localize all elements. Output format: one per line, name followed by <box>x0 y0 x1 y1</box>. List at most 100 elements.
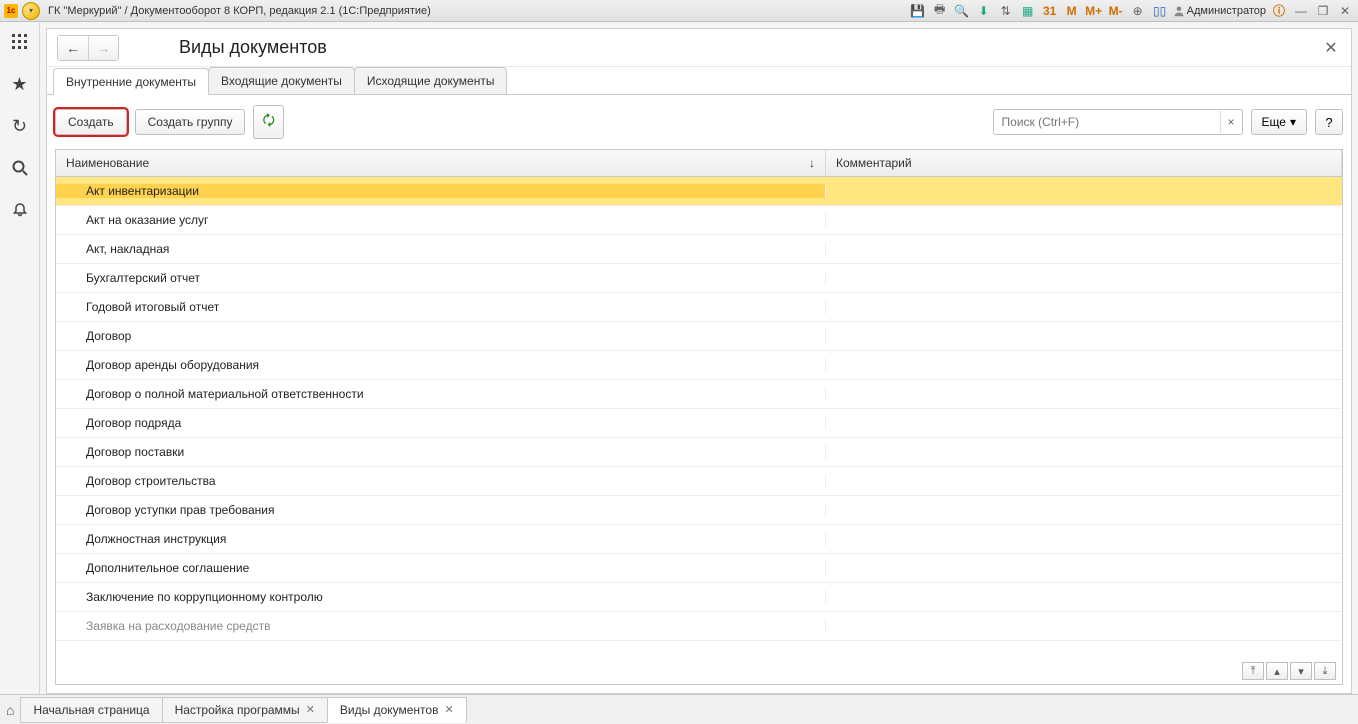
content-scroll[interactable]: Внутренние документы Входящие документы … <box>47 67 1351 693</box>
search-input[interactable] <box>994 115 1220 129</box>
zoom-icon[interactable]: ⊕ <box>1129 2 1147 20</box>
window-tab[interactable]: Виды документов ✕ <box>327 697 467 723</box>
compare-icon[interactable]: ⇅ <box>997 2 1015 20</box>
column-name-label: Наименование <box>66 156 149 170</box>
home-icon[interactable]: ⌂ <box>6 702 14 718</box>
favorites-icon[interactable]: ★ <box>8 72 32 96</box>
tab-internal-documents[interactable]: Внутренние документы <box>53 68 209 95</box>
grid-icon[interactable]: ▦ <box>1019 2 1037 20</box>
table-row[interactable]: Договор аренды оборудования <box>56 351 1342 380</box>
history-icon[interactable]: ↻ <box>8 114 32 138</box>
preview-icon[interactable]: 🔍 <box>953 2 971 20</box>
window-close-icon[interactable]: ✕ <box>1336 2 1354 20</box>
table-row[interactable]: Договор строительства <box>56 467 1342 496</box>
tab-incoming-documents[interactable]: Входящие документы <box>208 67 355 94</box>
cell-name: Акт инвентаризации <box>56 184 826 198</box>
search-clear-button[interactable]: × <box>1220 111 1242 133</box>
window-minimize-icon[interactable]: — <box>1292 2 1310 20</box>
search-field[interactable]: × <box>993 109 1243 135</box>
cell-name: Акт на оказание услуг <box>56 213 826 227</box>
cell-name: Дополнительное соглашение <box>56 561 826 575</box>
table-row[interactable]: Дополнительное соглашение <box>56 554 1342 583</box>
cell-name: Договор поставки <box>56 445 826 459</box>
cell-name: Бухгалтерский отчет <box>56 271 826 285</box>
window-title: ГК "Меркурий" / Документооборот 8 КОРП, … <box>48 5 431 17</box>
window-tab[interactable]: Настройка программы ✕ <box>162 697 328 723</box>
notifications-icon[interactable] <box>8 198 32 222</box>
logo-1c-icon: 1c <box>4 4 18 18</box>
main-menu-button[interactable]: ▾ <box>22 2 40 20</box>
scroll-top-button[interactable]: ⤒ <box>1242 662 1264 680</box>
cell-name: Договор о полной материальной ответствен… <box>56 387 826 401</box>
more-button[interactable]: Еще ▾ <box>1251 109 1307 135</box>
table-row[interactable]: Договор уступки прав требования <box>56 496 1342 525</box>
cell-name: Договор уступки прав требования <box>56 503 826 517</box>
nav-back-button[interactable]: ← <box>58 36 88 60</box>
user-label[interactable]: Администратор <box>1173 5 1266 17</box>
column-header-comment[interactable]: Комментарий <box>826 150 1342 176</box>
refresh-button[interactable]: 🗘 <box>253 105 284 139</box>
table-nav-footer: ⤒ ▴ ▾ ⤓ <box>1242 662 1336 680</box>
cell-name: Договор подряда <box>56 416 826 430</box>
help-button[interactable]: ? <box>1315 109 1343 135</box>
window-tab-close-icon[interactable]: ✕ <box>306 703 315 716</box>
table-row[interactable]: Акт на оказание услуг <box>56 206 1342 235</box>
cell-name: Акт, накладная <box>56 242 826 256</box>
tab-outgoing-documents[interactable]: Исходящие документы <box>354 67 508 94</box>
window-tab-label: Виды документов <box>340 703 439 717</box>
download-icon[interactable]: ⬇ <box>975 2 993 20</box>
apps-icon[interactable] <box>8 30 32 54</box>
cell-name: Должностная инструкция <box>56 532 826 546</box>
column-header-name[interactable]: Наименование ↓ <box>56 150 826 176</box>
cell-name: Заключение по коррупционному контролю <box>56 590 826 604</box>
print-icon[interactable]: 🖶 <box>931 2 949 20</box>
table-row[interactable]: Договор <box>56 322 1342 351</box>
cell-name: Договор строительства <box>56 474 826 488</box>
vertical-sidebar: ★ ↻ <box>0 22 40 694</box>
table-row[interactable]: Договор о полной материальной ответствен… <box>56 380 1342 409</box>
scroll-up-button[interactable]: ▴ <box>1266 662 1288 680</box>
more-label: Еще <box>1262 115 1286 129</box>
m-minus-button[interactable]: M- <box>1107 2 1125 20</box>
window-tab[interactable]: Начальная страница <box>20 697 162 723</box>
window-tab-label: Настройка программы <box>175 703 300 717</box>
refresh-icon: 🗘 <box>262 112 275 128</box>
m-button[interactable]: M <box>1063 2 1081 20</box>
window-restore-icon[interactable]: ❐ <box>1314 2 1332 20</box>
window-tab-label: Начальная страница <box>33 703 149 717</box>
info-icon[interactable]: ⓘ <box>1270 2 1288 20</box>
save-icon[interactable]: 💾 <box>909 2 927 20</box>
table-row[interactable]: Акт инвентаризации <box>56 177 1342 206</box>
documents-table: Наименование ↓ Комментарий Акт инвентари… <box>55 149 1343 685</box>
scroll-down-button[interactable]: ▾ <box>1290 662 1312 680</box>
cell-name: Договор <box>56 329 826 343</box>
create-button[interactable]: Создать <box>55 109 127 135</box>
table-row[interactable]: Договор поставки <box>56 438 1342 467</box>
window-bar: ⌂ Начальная страница Настройка программы ✕… <box>0 694 1358 724</box>
table-row[interactable]: Заключение по коррупционному контролю <box>56 583 1342 612</box>
cell-name: Годовой итоговый отчет <box>56 300 826 314</box>
tab-row: Внутренние документы Входящие документы … <box>47 67 1351 95</box>
cell-name: Договор аренды оборудования <box>56 358 826 372</box>
chevron-down-icon: ▾ <box>1290 115 1296 129</box>
nav-forward-button[interactable]: → <box>88 36 118 60</box>
scroll-bottom-button[interactable]: ⤓ <box>1314 662 1336 680</box>
page-title: Виды документов <box>179 37 327 58</box>
m-plus-button[interactable]: M+ <box>1085 2 1103 20</box>
panels-icon[interactable]: ▯▯ <box>1151 2 1169 20</box>
calendar-icon[interactable]: 31 <box>1041 2 1059 20</box>
sort-asc-icon: ↓ <box>809 156 815 170</box>
table-row[interactable]: Годовой итоговый отчет <box>56 293 1342 322</box>
page-close-button[interactable]: ✕ <box>1321 38 1341 58</box>
table-row[interactable]: Договор подряда <box>56 409 1342 438</box>
toolbar: Создать Создать группу 🗘 × Еще ▾ ? <box>47 95 1351 149</box>
window-tab-close-icon[interactable]: ✕ <box>444 703 453 716</box>
table-row[interactable]: Заявка на расходование средств <box>56 612 1342 641</box>
create-group-button[interactable]: Создать группу <box>135 109 246 135</box>
user-name: Администратор <box>1187 5 1266 17</box>
search-icon[interactable] <box>8 156 32 180</box>
table-row[interactable]: Должностная инструкция <box>56 525 1342 554</box>
table-row[interactable]: Акт, накладная <box>56 235 1342 264</box>
cell-name: Заявка на расходование средств <box>56 619 826 633</box>
table-row[interactable]: Бухгалтерский отчет <box>56 264 1342 293</box>
